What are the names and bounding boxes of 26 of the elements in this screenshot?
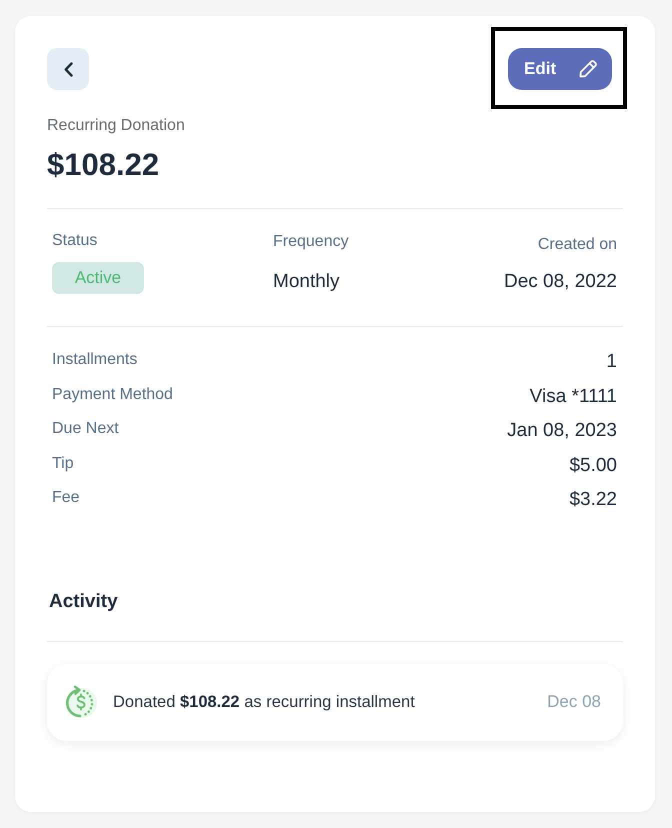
created-label: Created on [538, 235, 617, 255]
edit-button[interactable]: Edit [508, 48, 612, 90]
frequency-value: Monthly [273, 270, 340, 294]
donation-label: Recurring Donation [47, 116, 186, 136]
detail-label: Tip [52, 454, 74, 474]
detail-label: Payment Method [52, 384, 173, 404]
detail-value: Visa *1111 [530, 384, 617, 408]
pencil-icon [578, 59, 598, 79]
activity-text: Donated $108.22 as recurring installment [113, 692, 416, 712]
created-value: Dec 08, 2022 [504, 270, 617, 294]
detail-value: $5.00 [569, 454, 617, 478]
activity-date: Dec 08 [547, 692, 601, 712]
detail-label: Installments [52, 350, 138, 370]
frequency-label: Frequency [273, 232, 349, 252]
status-label: Status [52, 231, 98, 251]
recurring-dollar-icon [63, 685, 97, 719]
activity-heading: Activity [49, 590, 119, 614]
detail-label: Fee [52, 488, 80, 508]
status-badge: Active [52, 262, 144, 294]
detail-label: Due Next [52, 419, 119, 439]
donation-amount: $108.22 [47, 146, 160, 184]
back-button[interactable] [47, 48, 89, 90]
detail-value: $3.22 [569, 488, 617, 512]
detail-value: 1 [606, 350, 617, 374]
chevron-left-icon [64, 62, 72, 76]
detail-value: Jan 08, 2023 [507, 419, 617, 443]
